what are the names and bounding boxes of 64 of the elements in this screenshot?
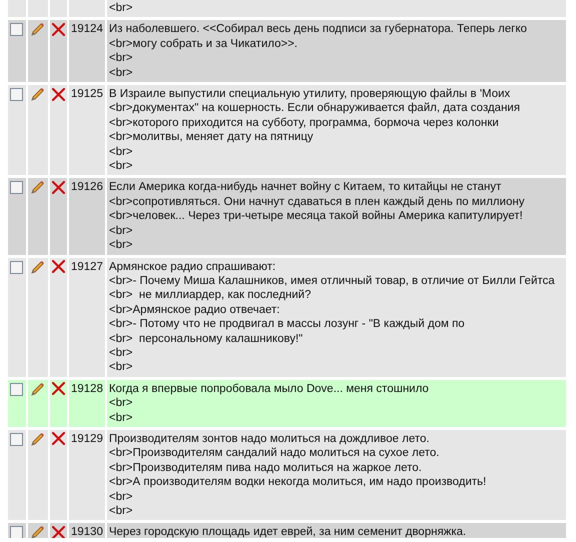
delete-icon[interactable]: [52, 382, 65, 396]
message-line: <br>- Потому что не продвигал в массы лозунг - "В каждый дом по: [108, 317, 466, 332]
row-checkbox[interactable]: [10, 526, 23, 538]
message-line: <br>: [108, 159, 134, 174]
message-line: Если Америка когда-нибудь начнет войну с Китаем, то китайцы не станут: [108, 180, 502, 195]
delete-icon[interactable]: [52, 432, 65, 446]
delete-icon[interactable]: [52, 22, 65, 36]
message-line: Из наболевшего. <<Собирал весь день подписи за губернатора. Теперь легко: [108, 22, 528, 37]
row-checkbox[interactable]: [10, 382, 23, 396]
message-line: <br>: [108, 224, 134, 238]
message-line: <br>сопротивляться. Они начнут сдаваться в плен каждый день по миллиону: [108, 194, 526, 210]
message-line: Производителям зонтов надо молиться на дождливое лето.: [108, 432, 430, 446]
pencil-icon[interactable]: [30, 180, 46, 196]
id-cell: 19128: [69, 380, 105, 427]
message-line: Через городскую площадь идет еврей, за ним семенит дворняжка.: [108, 525, 468, 538]
id-cell: 19126: [69, 178, 105, 254]
delete-icon[interactable]: [52, 260, 65, 273]
row-checkbox[interactable]: [10, 88, 23, 102]
message-line: <br>: [108, 144, 134, 160]
checkbox-cell: [8, 0, 26, 18]
row-checkbox[interactable]: [10, 181, 23, 194]
delete-cell: [50, 0, 67, 18]
message-line: <br>человек... Через три-четыре месяца такой войны Америка капитулирует!: [108, 209, 524, 224]
id-cell: 19127: [69, 258, 105, 377]
pencil-icon[interactable]: [30, 22, 46, 38]
message-line: <br>: [108, 66, 134, 80]
message-line: <br>Производителям пива надо молиться на жаркое лето.: [108, 460, 423, 476]
message-line: <br>молитвы, меняет дату на пятницу: [108, 130, 314, 145]
id-cell: 19129: [69, 430, 105, 520]
id-cell: 19130: [69, 523, 105, 538]
message-line: <br>: [108, 360, 134, 375]
row-checkbox[interactable]: [10, 23, 23, 36]
delete-icon[interactable]: [52, 180, 65, 194]
message-line: Армянское радио спрашивают:: [108, 260, 277, 274]
message-line: <br>А производителям водки некогда молиться, им надо производить!: [108, 475, 488, 490]
message-line: <br> не миллиардер, как последний?: [108, 288, 312, 303]
id-cell: [69, 0, 105, 18]
delete-icon[interactable]: [52, 88, 65, 100]
message-line: <br>: [108, 490, 134, 504]
id-cell: 19124: [69, 20, 105, 82]
message-line: <br>: [108, 1, 134, 16]
message-line: <br>которого приходится на субботу, программа, бормоча через колонки: [108, 116, 500, 130]
message-line: <br>: [108, 396, 134, 411]
row-checkbox[interactable]: [10, 260, 23, 274]
edit-cell: [28, 0, 48, 18]
pencil-icon[interactable]: [30, 432, 46, 447]
message-line: <br> персональному калашникову!": [108, 332, 304, 346]
message-line: <br>Армянское радио отвечает:: [108, 302, 281, 318]
message-line: <br>: [108, 410, 134, 425]
pencil-icon[interactable]: [30, 382, 46, 397]
message-line: <br>Производителям сандалий надо молиться на сухое лето.: [108, 446, 440, 461]
message-line: <br>: [108, 504, 134, 518]
row-checkbox[interactable]: [10, 432, 23, 446]
pencil-icon[interactable]: [30, 260, 46, 274]
id-cell: 19125: [69, 85, 105, 176]
message-line: <br>документах" на кошерность. Если обнаруживается файл, дата создания: [108, 101, 521, 116]
message-line: <br>: [108, 346, 134, 360]
message-line: Когда я впервые попробовала мыло Dove... меня стошнило: [108, 382, 430, 396]
message-line: <br>: [108, 238, 134, 252]
message-line: В Израиле выпустили специальную утилиту, проверяющую файлы в 'Моих: [108, 87, 512, 102]
message-line: <br>могу собрать и за Чикатило>>.: [108, 36, 298, 52]
message-line: <br>- Почему Миша Калашников, имея отличный товар, в отличие от Билли Гейтса: [108, 274, 556, 288]
message-line: <br>: [108, 51, 134, 66]
pencil-icon[interactable]: [30, 87, 46, 102]
